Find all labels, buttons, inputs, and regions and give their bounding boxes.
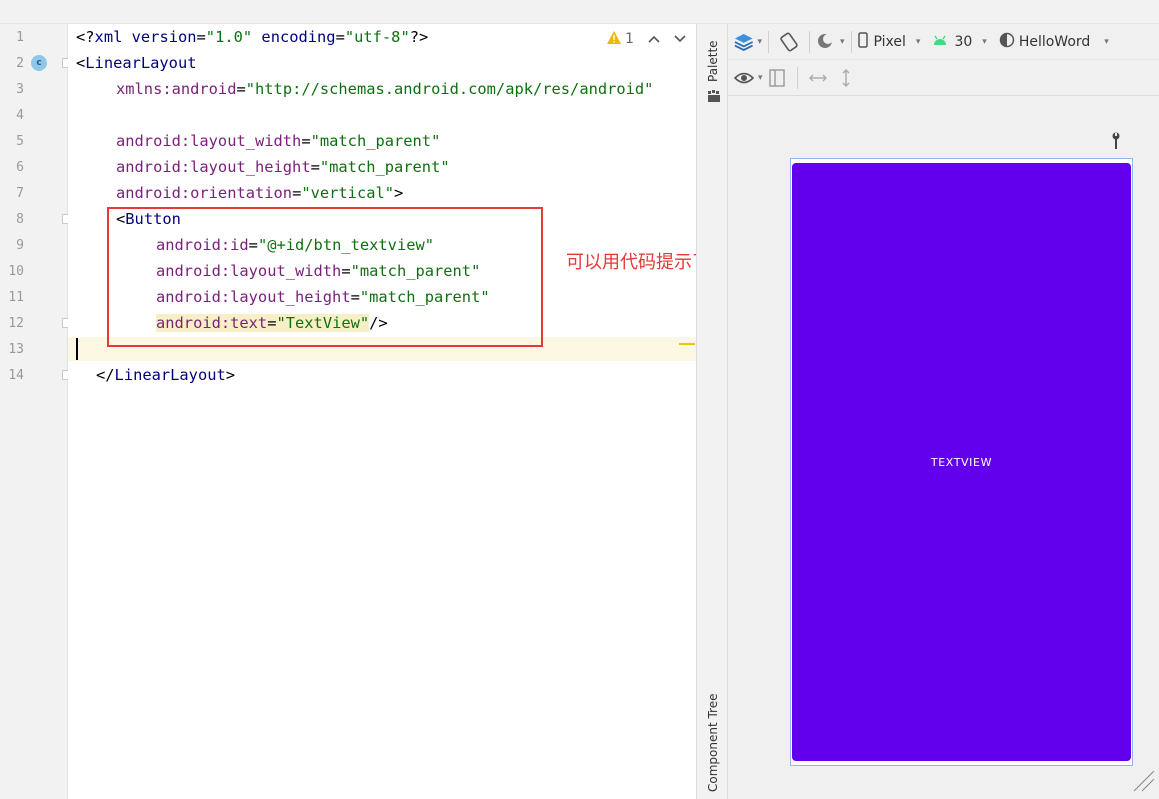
night-mode-caret: ▾: [840, 36, 845, 47]
line-number-3: 3: [16, 82, 24, 97]
api-level-selector[interactable]: 30 ▾: [932, 28, 987, 56]
palette-icon[interactable]: [707, 88, 721, 102]
toolbar-separator: [796, 66, 798, 89]
xmlns-attr: xmlns:android: [116, 80, 237, 98]
version-attr: version: [131, 28, 197, 46]
equals: =: [301, 132, 311, 150]
linearlayout-end-tag: LinearLayout: [114, 366, 226, 384]
editor-gutter: 1 2 3 4 5 6 7 8 9 10 11 12 13 14 c: [0, 24, 99, 799]
class-badge-letter: c: [36, 58, 42, 68]
code-line-3: xmlns:android="http://schemas.android.co…: [116, 76, 653, 102]
equals: =: [310, 158, 320, 176]
orientation-value: "vertical": [301, 184, 395, 202]
line-number-7: 7: [16, 186, 24, 201]
line-number-9: 9: [16, 238, 24, 253]
code-line-1: <?xml version="1.0" encoding="utf-8"?>: [76, 24, 428, 50]
chevron-down-icon: ▾: [915, 36, 921, 47]
top-tab-strip: [0, 0, 1159, 24]
equals: =: [196, 28, 206, 46]
class-badge-icon[interactable]: c: [31, 55, 47, 71]
line-number-5: 5: [16, 134, 24, 149]
line-number-11: 11: [8, 290, 24, 305]
blueprint-icon[interactable]: [763, 64, 791, 92]
theme-name: HelloWord: [1018, 33, 1091, 50]
design-toolbar-secondary: ▾: [728, 60, 1159, 96]
layout-height-value: "match_parent": [319, 158, 450, 176]
chevron-up-icon[interactable]: [648, 31, 660, 47]
theme-icon: [999, 32, 1015, 52]
encoding-value: "utf-8": [344, 28, 410, 46]
night-mode-icon[interactable]: ▾: [816, 28, 845, 56]
component-tree-tab[interactable]: Component Tree: [706, 694, 720, 792]
xml-decl-open: <?: [76, 28, 95, 46]
api-level: 30: [954, 33, 973, 50]
chevron-down-icon: ▾: [982, 36, 987, 47]
xmlns-value: "http://schemas.android.com/apk/res/andr…: [245, 80, 654, 98]
line-number-6: 6: [16, 160, 24, 175]
linearlayout-tag: LinearLayout: [85, 54, 197, 72]
preview-button[interactable]: TEXTVIEW: [792, 163, 1131, 761]
toolbar-separator: [809, 30, 810, 53]
code-line-5: android:layout_width="match_parent": [116, 128, 440, 154]
equals: =: [292, 184, 302, 202]
current-line-marker: [679, 343, 695, 345]
equals: =: [236, 80, 246, 98]
code-line-7: android:orientation="vertical">: [116, 180, 403, 206]
tag-close-bracket: >: [394, 184, 404, 202]
line-number-1: 1: [16, 30, 24, 45]
tag-open-bracket: <: [76, 54, 86, 72]
version-value: "1.0": [205, 28, 253, 46]
toolbar-separator: [850, 30, 852, 53]
android-icon: [932, 34, 948, 50]
inspection-widget[interactable]: 1: [607, 28, 686, 50]
device-name: Pixel: [873, 33, 906, 50]
layout-height-attr: android:layout_height: [116, 158, 311, 176]
layers-icon[interactable]: ▾: [734, 28, 762, 56]
code-line-6: android:layout_height="match_parent": [116, 154, 450, 180]
line-number-12: 12: [8, 316, 24, 331]
orientation-icon[interactable]: [775, 28, 803, 56]
orientation-attr: android:orientation: [116, 184, 293, 202]
horizontal-arrow-icon[interactable]: [804, 64, 832, 92]
warning-icon[interactable]: [607, 30, 621, 48]
line-number-13: 13: [8, 342, 24, 357]
warning-count: 1: [625, 31, 634, 47]
tag-close-bracket: >: [225, 366, 236, 384]
layout-width-attr: android:layout_width: [116, 132, 302, 150]
toolbar-separator: [768, 30, 769, 53]
theme-selector[interactable]: HelloWord ▾: [999, 28, 1109, 56]
design-toolbar: ▾ ▾ Pixel ▾ 30 ▾ HelloWord ▾: [728, 24, 1159, 60]
tag-end-open: </: [96, 366, 115, 384]
layout-width-value: "match_parent": [310, 132, 441, 150]
text-caret: [76, 338, 78, 360]
eye-icon[interactable]: ▾: [734, 64, 763, 92]
phone-icon: [857, 31, 868, 52]
annotation-highlight-box: [107, 207, 543, 347]
preview-button-label: TEXTVIEW: [930, 455, 993, 469]
palette-tab[interactable]: Palette: [706, 40, 720, 82]
code-line-2: <LinearLayout: [76, 50, 196, 76]
line-number-8: 8: [16, 212, 24, 227]
chevron-down-icon: ▾: [1104, 36, 1109, 47]
line-number-2: 2: [16, 56, 24, 71]
code-line-14: </LinearLayout>: [96, 362, 235, 388]
layers-dropdown-caret: ▾: [757, 36, 762, 47]
xml-decl-tag: xml: [94, 28, 123, 46]
wrench-icon[interactable]: [1110, 132, 1122, 150]
line-number-10: 10: [8, 264, 24, 279]
resize-handle-icon[interactable]: [1132, 769, 1156, 793]
vertical-arrow-icon[interactable]: [832, 64, 860, 92]
line-number-14: 14: [8, 368, 24, 383]
annotation-text: 可以用代码提示了: [566, 252, 710, 273]
xml-decl-close: ?>: [409, 28, 429, 46]
device-selector[interactable]: Pixel ▾: [857, 28, 921, 56]
side-tool-strip: Palette Component Tree: [696, 24, 728, 799]
line-number-4: 4: [16, 108, 24, 123]
chevron-down-icon[interactable]: [674, 31, 686, 47]
encoding-attr: encoding: [261, 28, 336, 46]
equals: =: [335, 28, 345, 46]
